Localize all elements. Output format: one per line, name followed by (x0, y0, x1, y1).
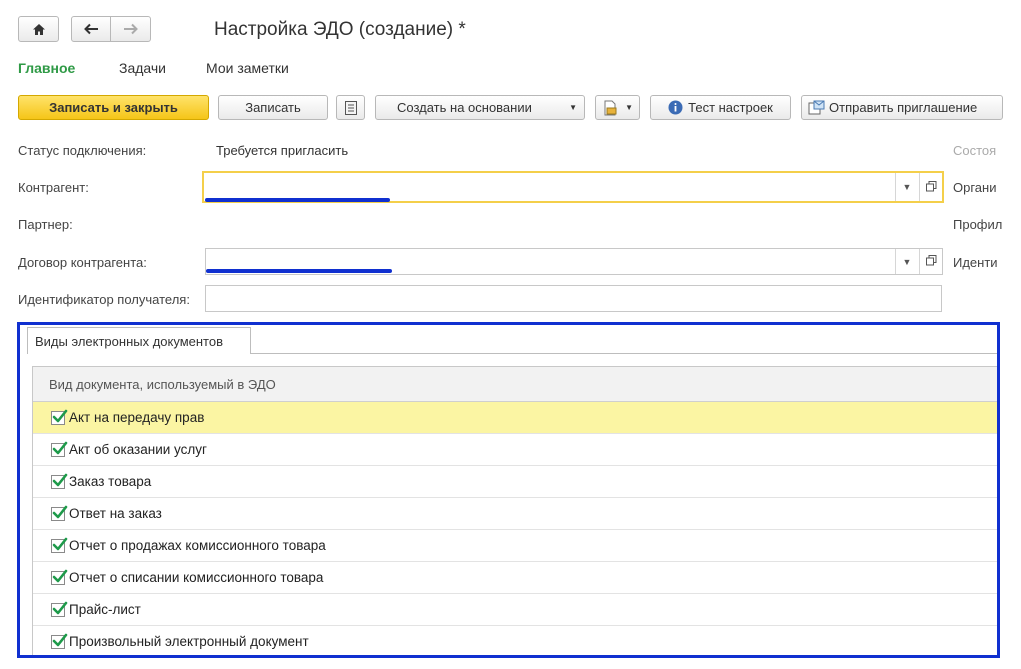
chevron-down-icon: ▼ (902, 256, 912, 267)
organization-label-truncated: Органи (953, 180, 997, 195)
page-title: Настройка ЭДО (создание) * (214, 19, 466, 40)
table-body: Акт на передачу прав Акт об оказании услу… (33, 402, 997, 655)
counterparty-dropdown-button[interactable]: ▼ (895, 173, 918, 201)
send-invitation-button[interactable]: Отправить приглашение (801, 95, 1003, 120)
save-button[interactable]: Записать (218, 95, 328, 120)
tab-tasks[interactable]: Задачи (119, 60, 166, 76)
row-label: Произвольный электронный документ (69, 634, 309, 649)
row-label: Отчет о списании комиссионного товара (69, 570, 324, 585)
chevron-down-icon: ▼ (625, 103, 633, 112)
test-settings-button[interactable]: Тест настроек (650, 95, 791, 120)
redaction-line (205, 198, 390, 202)
create-based-on-label: Создать на основании (397, 100, 532, 115)
tab-divider (251, 353, 997, 354)
checkmark-icon (52, 537, 68, 550)
document-types-table: Вид документа, используемый в ЭДО Акт на… (32, 366, 997, 655)
document-types-panel: Виды электронных документов Вид документ… (17, 322, 1000, 658)
open-window-icon (925, 255, 937, 268)
create-based-on-button[interactable]: Создать на основании ▼ (375, 95, 585, 120)
row-checkbox[interactable] (51, 409, 68, 425)
test-settings-label: Тест настроек (688, 100, 773, 115)
table-row[interactable]: Отчет о списании комиссионного товара (33, 562, 997, 594)
contract-open-button[interactable] (919, 249, 942, 274)
row-checkbox[interactable] (51, 633, 68, 649)
arrow-left-icon (83, 23, 99, 35)
state-label-truncated: Состоя (953, 143, 997, 158)
tab-main[interactable]: Главное (18, 60, 75, 76)
forward-button[interactable] (110, 16, 151, 42)
chevron-down-icon: ▼ (902, 182, 912, 192)
print-menu-button[interactable]: ▼ (595, 95, 640, 120)
info-icon (668, 100, 683, 115)
status-label: Статус подключения: (18, 143, 147, 158)
table-row[interactable]: Акт об оказании услуг (33, 434, 997, 466)
table-row[interactable]: Акт на передачу прав (33, 402, 997, 434)
document-print-icon (602, 100, 618, 116)
table-row[interactable]: Заказ товара (33, 466, 997, 498)
partner-label: Партнер: (18, 217, 73, 232)
table-row[interactable]: Произвольный электронный документ (33, 626, 997, 655)
row-checkbox[interactable] (51, 441, 68, 457)
row-label: Прайс-лист (69, 602, 141, 617)
column-header[interactable]: Вид документа, используемый в ЭДО (33, 367, 997, 402)
row-checkbox[interactable] (51, 601, 68, 617)
row-checkbox[interactable] (51, 569, 68, 585)
checkmark-icon (52, 473, 68, 486)
list-icon (344, 100, 357, 115)
counterparty-label: Контрагент: (18, 180, 89, 195)
document-list-button[interactable] (336, 95, 365, 120)
checkmark-icon (52, 601, 68, 614)
row-label: Акт на передачу прав (69, 410, 205, 425)
row-label: Заказ товара (69, 474, 152, 489)
open-window-icon (925, 180, 937, 194)
tab-document-types[interactable]: Виды электронных документов (27, 327, 251, 354)
row-label: Акт об оказании услуг (69, 442, 207, 457)
recipient-id-label: Идентификатор получателя: (18, 292, 190, 307)
row-checkbox[interactable] (51, 473, 68, 489)
status-value: Требуется пригласить (216, 143, 349, 158)
back-button[interactable] (71, 16, 111, 42)
checkmark-icon (52, 409, 68, 422)
identifier-label-truncated: Иденти (953, 255, 998, 270)
row-checkbox[interactable] (51, 537, 68, 553)
row-label: Ответ на заказ (69, 506, 162, 521)
checkmark-icon (52, 505, 68, 518)
save-and-close-button[interactable]: Записать и закрыть (18, 95, 209, 120)
home-button[interactable] (18, 16, 59, 42)
contract-dropdown-button[interactable]: ▼ (895, 249, 918, 274)
row-label: Отчет о продажах комиссионного товара (69, 538, 326, 553)
contract-label: Договор контрагента: (18, 255, 147, 270)
redaction-line (206, 269, 392, 273)
profile-label-truncated: Профил (953, 217, 1003, 232)
chevron-down-icon: ▼ (569, 103, 577, 112)
table-row[interactable]: Ответ на заказ (33, 498, 997, 530)
home-icon (32, 23, 46, 36)
send-invitation-label: Отправить приглашение (829, 100, 978, 115)
recipient-id-field[interactable] (205, 285, 942, 312)
arrow-right-icon (123, 23, 139, 35)
checkmark-icon (52, 569, 68, 582)
send-invitation-icon (808, 100, 825, 115)
table-row[interactable]: Отчет о продажах комиссионного товара (33, 530, 997, 562)
row-checkbox[interactable] (51, 505, 68, 521)
checkmark-icon (52, 441, 68, 454)
counterparty-open-button[interactable] (919, 173, 942, 201)
checkmark-icon (52, 633, 68, 646)
tab-notes[interactable]: Мои заметки (206, 60, 289, 76)
table-row[interactable]: Прайс-лист (33, 594, 997, 626)
